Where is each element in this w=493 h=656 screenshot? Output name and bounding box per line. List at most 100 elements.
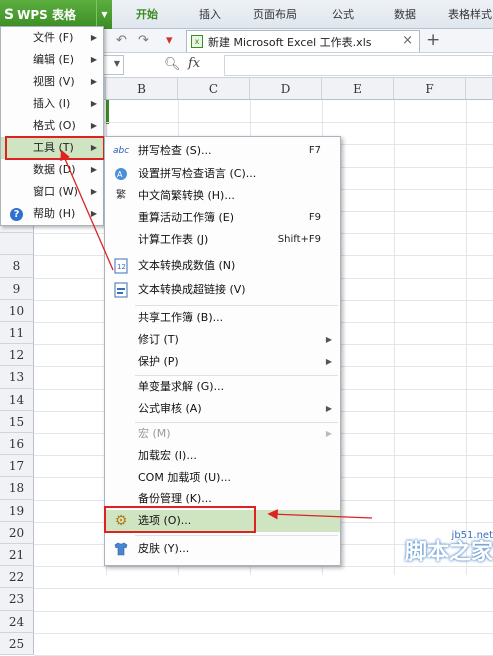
gear-icon: ⚙ — [114, 513, 128, 529]
insert-function-button[interactable]: fx — [188, 56, 200, 71]
document-tab[interactable]: x 新建 Microsoft Excel 工作表.xls × — [186, 30, 420, 52]
menu-item-tools[interactable]: 工具 (T) ▶ — [1, 137, 103, 159]
submenu-item-macro: 宏 (M) ▶ — [105, 423, 340, 445]
submenu-item-spell-language[interactable]: A 设置拼写检查语言 (C)... — [105, 163, 340, 185]
column-header[interactable]: C — [178, 78, 250, 100]
submenu-item-label: 宏 (M) — [138, 427, 171, 440]
row-header[interactable]: 24 — [0, 610, 34, 633]
menu-item-label: 帮助 (H) — [33, 207, 76, 220]
svg-text:A: A — [117, 170, 123, 179]
submenu-item-goal-seek[interactable]: 单变量求解 (G)... — [105, 376, 340, 398]
language-icon: A — [113, 166, 129, 182]
row-header[interactable]: 11 — [0, 322, 34, 345]
row-header[interactable]: 9 — [0, 277, 34, 300]
submenu-item-label: 文本转换成超链接 (V) — [138, 283, 246, 296]
menu-item-label: 格式 (O) — [33, 119, 76, 132]
row-header[interactable]: 14 — [0, 388, 34, 411]
submenu-item-label: 单变量求解 (G)... — [138, 380, 225, 393]
wps-main-menu: 文件 (F) ▶ 编辑 (E) ▶ 视图 (V) ▶ 插入 (I) ▶ 格式 (O) ▶ … — [0, 26, 104, 226]
menu-item-file[interactable]: 文件 (F) ▶ — [1, 27, 103, 49]
chevron-down-icon[interactable]: ▼ — [96, 0, 112, 29]
submenu-item-label: 重算活动工作簿 (E) — [138, 211, 235, 224]
submenu-item-share-workbook[interactable]: 共享工作簿 (B)... — [105, 307, 340, 329]
submenu-item-skin[interactable]: 皮肤 (Y)... — [105, 538, 340, 560]
grid-row-line — [34, 632, 493, 634]
submenu-arrow-icon: ▶ — [90, 165, 97, 174]
row-header[interactable]: 23 — [0, 588, 34, 611]
submenu-item-text-to-hyperlink[interactable]: 文本转换成超链接 (V) — [105, 279, 340, 301]
menu-item-data[interactable]: 数据 (D) ▶ — [1, 159, 103, 181]
submenu-arrow-icon: ▶ — [90, 99, 97, 108]
tab-home[interactable]: 开始 — [136, 0, 158, 29]
submenu-item-formula-auditing[interactable]: 公式审核 (A) ▶ — [105, 398, 340, 420]
active-cell-border — [106, 100, 109, 124]
menu-item-format[interactable]: 格式 (O) ▶ — [1, 115, 103, 137]
row-header[interactable]: 18 — [0, 477, 34, 500]
menu-item-edit[interactable]: 编辑 (E) ▶ — [1, 49, 103, 71]
row-header[interactable]: 22 — [0, 566, 34, 589]
row-header[interactable]: 17 — [0, 455, 34, 478]
column-header[interactable]: B — [106, 78, 178, 100]
menu-item-label: 视图 (V) — [33, 75, 75, 88]
menu-separator — [135, 535, 338, 536]
row-header[interactable]: 15 — [0, 410, 34, 433]
row-header[interactable]: 10 — [0, 299, 34, 322]
tab-insert[interactable]: 插入 — [199, 0, 221, 29]
submenu-item-calculate-sheet[interactable]: 计算工作表 (J) Shift+F9 — [105, 229, 340, 251]
submenu-item-spell-check[interactable]: abc 拼写检查 (S)... F7 — [105, 140, 340, 162]
submenu-item-com-add-ins[interactable]: COM 加载项 (U)... — [105, 467, 340, 489]
column-header[interactable]: D — [250, 78, 322, 100]
row-header[interactable]: 16 — [0, 433, 34, 456]
tab-table-style[interactable]: 表格样式 — [448, 0, 492, 29]
submenu-item-track-changes[interactable]: 修订 (T) ▶ — [105, 329, 340, 351]
menu-item-label: 插入 (I) — [33, 97, 71, 110]
row-header[interactable]: 13 — [0, 366, 34, 389]
submenu-item-label: 计算工作表 (J) — [138, 233, 209, 246]
menu-item-label: 文件 (F) — [33, 31, 74, 44]
column-header[interactable] — [466, 78, 493, 100]
redo-icon[interactable]: ↷ — [138, 33, 149, 48]
submenu-arrow-icon: ▶ — [325, 429, 332, 438]
customize-toolbar-icon[interactable]: ▾ — [166, 33, 173, 48]
chevron-down-icon[interactable]: ▼ — [114, 59, 120, 68]
menu-item-label: 编辑 (E) — [33, 53, 75, 66]
tab-page-layout[interactable]: 页面布局 — [253, 0, 297, 29]
formula-input[interactable] — [224, 55, 493, 76]
submenu-arrow-icon: ▶ — [90, 121, 97, 130]
undo-icon[interactable]: ↶ — [116, 33, 127, 48]
menu-item-help[interactable]: ? 帮助 (H) ▶ — [1, 203, 103, 225]
new-tab-icon[interactable]: + — [426, 30, 440, 50]
text-to-number-icon: 12 — [113, 258, 129, 274]
row-header[interactable] — [0, 233, 34, 256]
submenu-item-backup-management[interactable]: 备份管理 (K)... — [105, 488, 340, 510]
submenu-item-label: 加载宏 (I)... — [138, 449, 197, 462]
row-header[interactable]: 8 — [0, 255, 34, 278]
submenu-arrow-icon: ▶ — [90, 77, 97, 86]
submenu-item-label: 皮肤 (Y)... — [138, 542, 190, 555]
row-header[interactable]: 12 — [0, 344, 34, 367]
menu-item-view[interactable]: 视图 (V) ▶ — [1, 71, 103, 93]
row-header[interactable]: 20 — [0, 521, 34, 544]
submenu-item-options[interactable]: ⚙ 选项 (O)... — [105, 510, 340, 532]
submenu-item-text-to-number[interactable]: 12 文本转换成数值 (N) — [105, 255, 340, 277]
tab-data[interactable]: 数据 — [394, 0, 416, 29]
submenu-arrow-icon: ▶ — [90, 143, 97, 152]
tab-formulas[interactable]: 公式 — [332, 0, 354, 29]
submenu-item-protect[interactable]: 保护 (P) ▶ — [105, 351, 340, 373]
submenu-item-label: 拼写检查 (S)... — [138, 144, 212, 157]
close-icon[interactable]: × — [402, 33, 413, 48]
wps-menu-button[interactable]: S WPS 表格 ▼ — [0, 0, 112, 29]
grid-row-line — [34, 610, 493, 612]
zoom-icon[interactable]: 🔍︎ — [164, 57, 181, 72]
row-header[interactable]: 21 — [0, 544, 34, 567]
submenu-item-add-ins[interactable]: 加载宏 (I)... — [105, 445, 340, 467]
submenu-item-recalculate-workbook[interactable]: 重算活动工作簿 (E) F9 — [105, 207, 340, 229]
row-header[interactable]: 25 — [0, 632, 34, 655]
menu-item-window[interactable]: 窗口 (W) ▶ — [1, 181, 103, 203]
menu-item-insert[interactable]: 插入 (I) ▶ — [1, 93, 103, 115]
row-header[interactable]: 19 — [0, 499, 34, 522]
column-header[interactable]: E — [322, 78, 394, 100]
submenu-item-label: 中文简繁转换 (H)... — [138, 189, 235, 202]
column-header[interactable]: F — [394, 78, 466, 100]
submenu-item-chinese-conversion[interactable]: 繁 中文简繁转换 (H)... — [105, 185, 340, 207]
